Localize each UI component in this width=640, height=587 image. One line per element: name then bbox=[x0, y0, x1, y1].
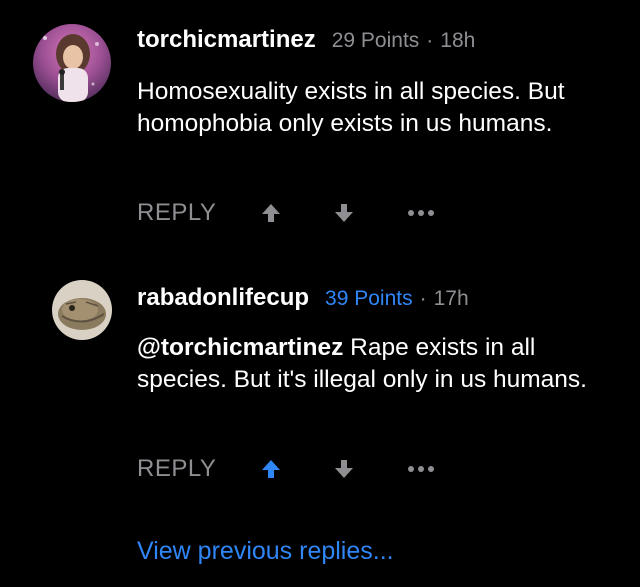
comment-text: @torchicmartinez Rape exists in all spec… bbox=[137, 332, 607, 396]
upvote-icon[interactable] bbox=[259, 201, 283, 225]
comment-meta: rabadonlifecup 39 Points · 17h bbox=[137, 284, 469, 320]
points-count: 39 Points bbox=[325, 287, 413, 310]
meta-separator: · bbox=[426, 29, 434, 52]
upvote-icon[interactable] bbox=[259, 457, 283, 481]
avatar-image bbox=[52, 280, 112, 340]
points-count: 29 Points bbox=[331, 29, 420, 52]
view-previous-replies-link[interactable]: View previous replies... bbox=[137, 537, 394, 566]
avatar[interactable] bbox=[52, 280, 112, 340]
avatar-image bbox=[33, 24, 111, 102]
comment-actions: REPLY bbox=[137, 197, 434, 229]
reply-button[interactable]: REPLY bbox=[137, 199, 259, 227]
mention-link[interactable]: @torchicmartinez bbox=[137, 334, 343, 361]
username[interactable]: torchicmartinez bbox=[137, 26, 316, 54]
reply-button[interactable]: REPLY bbox=[137, 455, 259, 483]
comment-text: Homosexuality exists in all species. But… bbox=[137, 78, 565, 137]
avatar[interactable] bbox=[33, 24, 111, 102]
username[interactable]: rabadonlifecup bbox=[137, 284, 309, 312]
comment-actions: REPLY bbox=[137, 453, 434, 485]
more-options-icon[interactable] bbox=[408, 210, 434, 216]
downvote-icon[interactable] bbox=[332, 201, 356, 225]
meta-separator: · bbox=[419, 287, 427, 310]
comment-meta: torchicmartinez 29 Points · 18h bbox=[137, 26, 475, 62]
timestamp: 17h bbox=[433, 287, 469, 310]
downvote-icon[interactable] bbox=[332, 457, 356, 481]
more-options-icon[interactable] bbox=[408, 466, 434, 472]
timestamp: 18h bbox=[440, 29, 476, 52]
